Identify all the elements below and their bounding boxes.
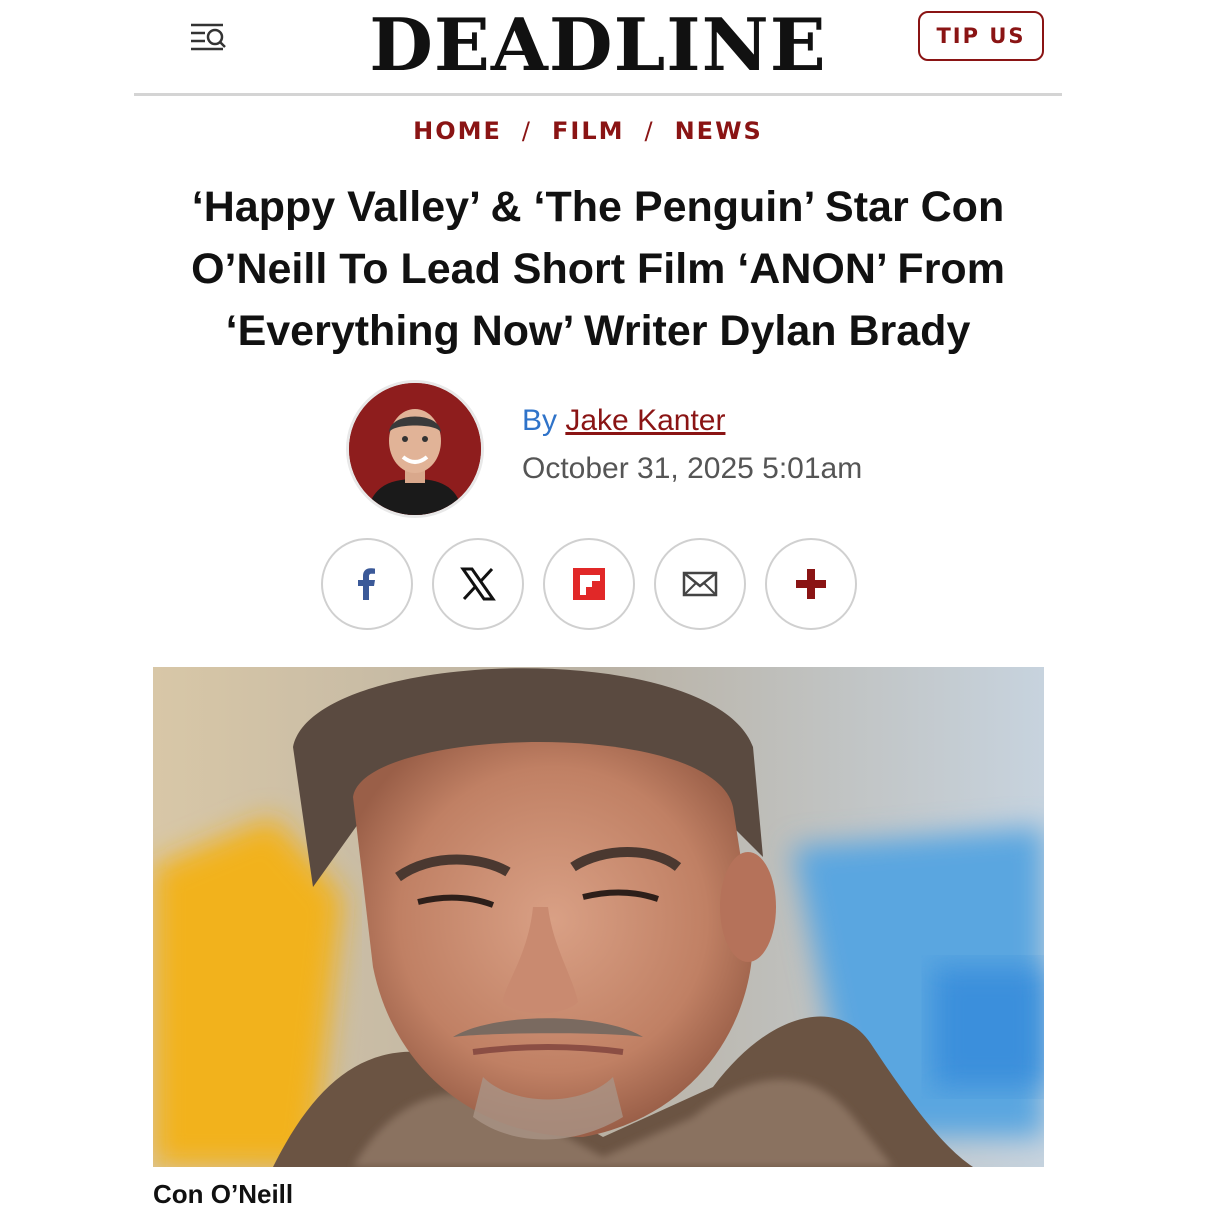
site-header: DEADLINE TIP US — [134, 0, 1062, 96]
share-facebook-button[interactable] — [321, 538, 413, 630]
headline-line: O’Neill To Lead Short Film ‘ANON’ From — [191, 245, 1005, 293]
article-hero-image[interactable] — [153, 667, 1044, 1167]
x-icon — [460, 567, 496, 601]
breadcrumb: HOME / FILM / NEWS — [413, 117, 763, 145]
flipboard-icon — [573, 568, 605, 600]
breadcrumb-film[interactable]: FILM — [552, 117, 625, 145]
share-email-button[interactable] — [654, 538, 746, 630]
by-label: By — [522, 404, 558, 437]
plus-icon — [796, 569, 826, 599]
share-x-button[interactable] — [432, 538, 524, 630]
author-avatar[interactable] — [346, 380, 484, 518]
publish-date: October 31, 2025 5:01am — [522, 452, 863, 485]
facebook-icon — [358, 568, 375, 600]
article-headline: ‘Happy Valley’ & ‘The Penguin’ Star Con … — [150, 176, 1046, 362]
byline: By Jake Kanter — [522, 404, 725, 438]
author-link[interactable]: Jake Kanter — [565, 404, 725, 437]
headline-line: ‘Everything Now’ Writer Dylan Brady — [225, 307, 971, 355]
email-icon — [682, 571, 718, 597]
tip-us-button[interactable]: TIP US — [918, 11, 1044, 61]
share-more-button[interactable] — [765, 538, 857, 630]
breadcrumb-home[interactable]: HOME — [413, 117, 502, 145]
headline-line: ‘Happy Valley’ & ‘The Penguin’ Star Con — [191, 183, 1005, 231]
breadcrumb-news[interactable]: NEWS — [675, 117, 763, 145]
share-flipboard-button[interactable] — [543, 538, 635, 630]
image-caption: Con O’Neill — [153, 1179, 294, 1206]
